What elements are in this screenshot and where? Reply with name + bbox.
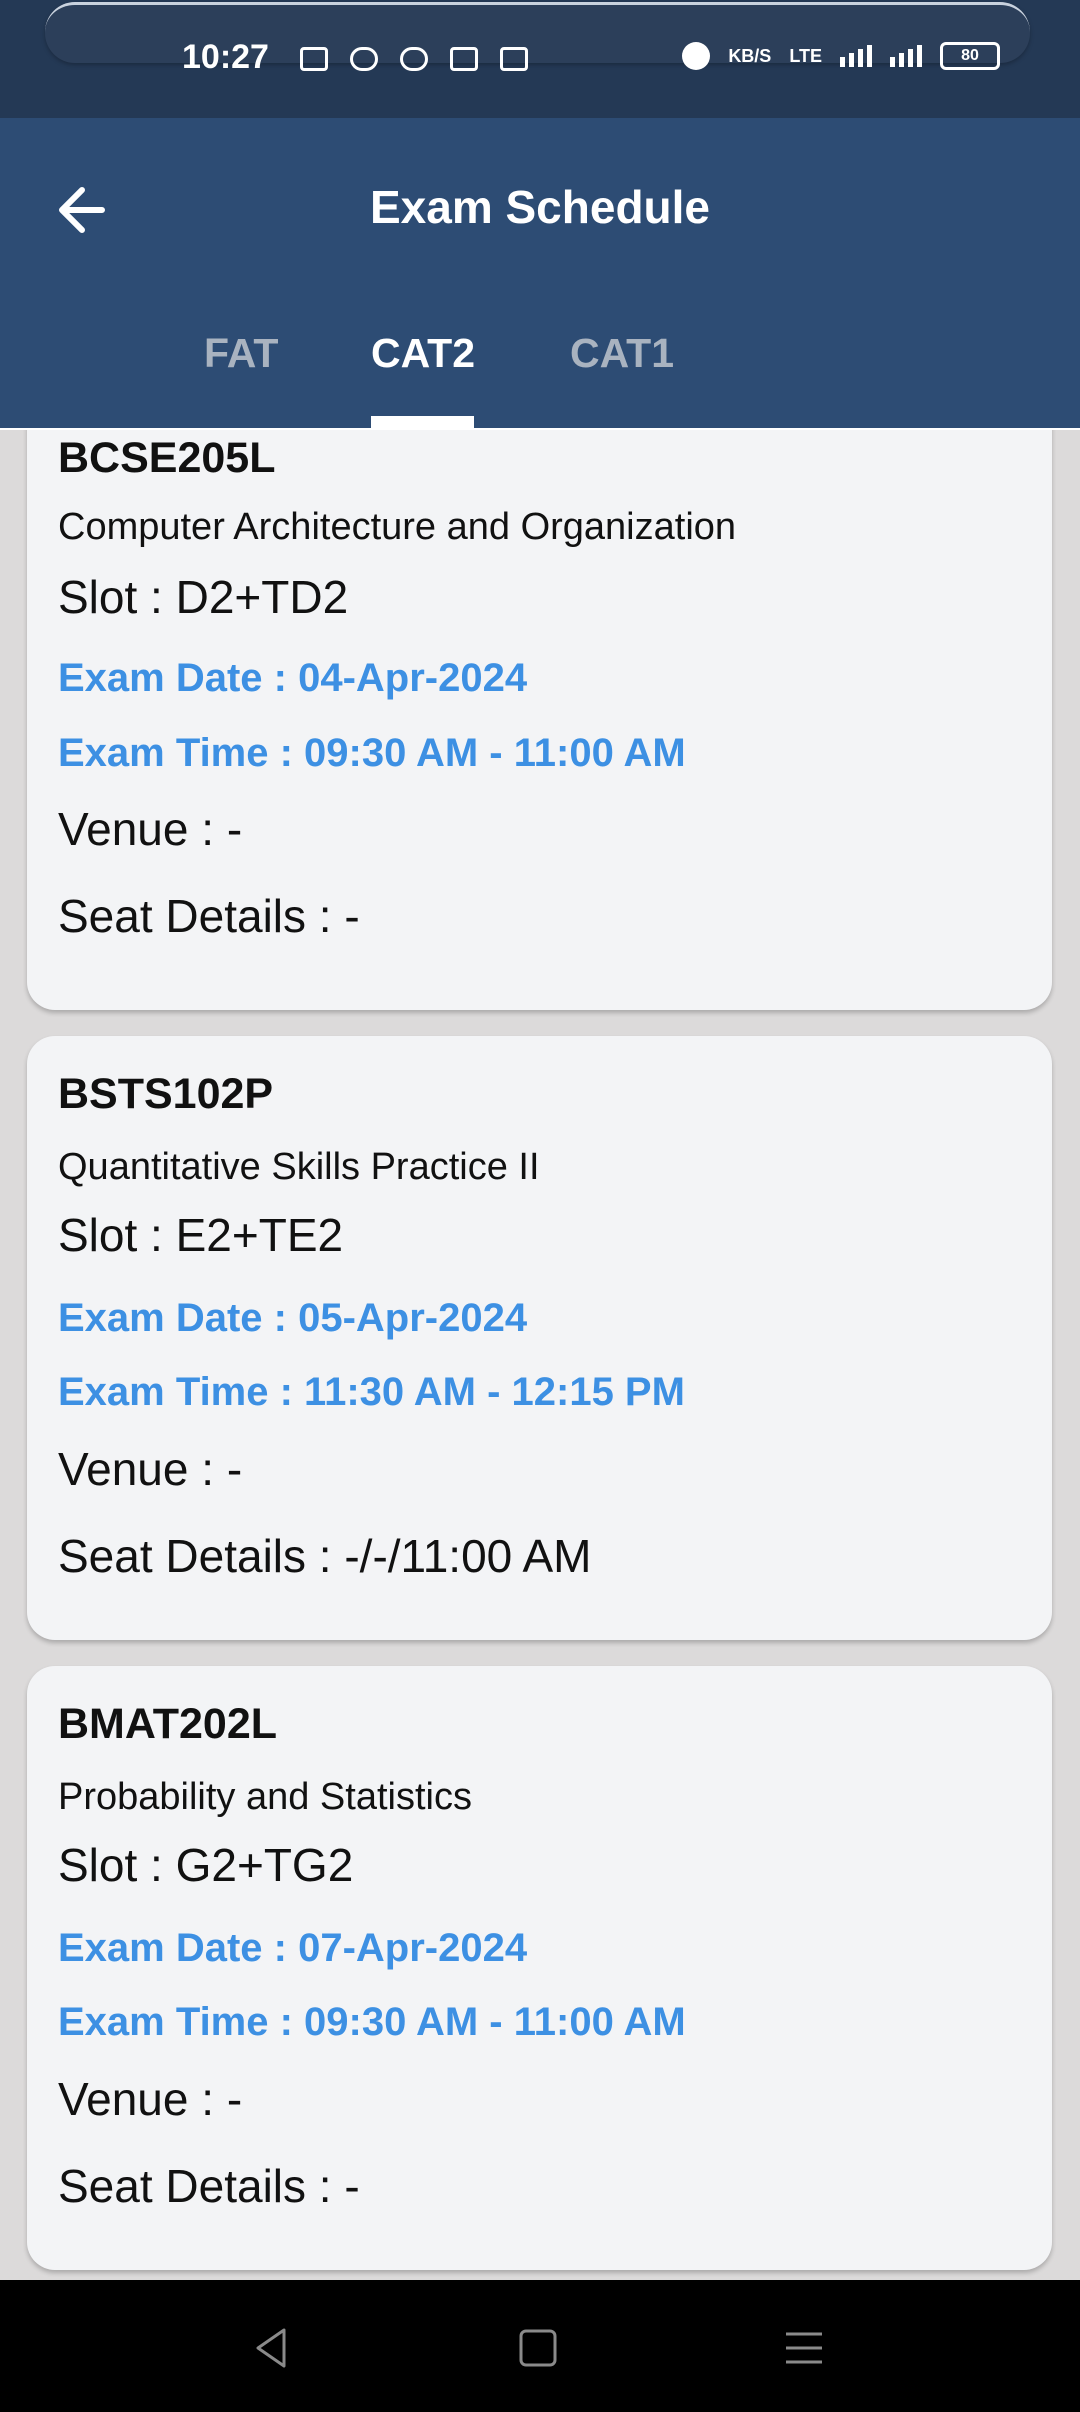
menu-lines-icon [786, 2332, 822, 2364]
shield-icon [400, 47, 428, 71]
venue-text: Venue : - [58, 1443, 243, 1495]
status-bar: 10:27 KB/S LTE 80 [0, 0, 1080, 118]
exam-card[interactable]: BMAT202L Probability and Statistics Slot… [27, 1666, 1052, 2270]
active-tab-indicator [371, 416, 474, 428]
slot-text: Slot : E2+TE2 [58, 1209, 344, 1261]
status-system-icons: KB/S LTE 80 [682, 42, 1000, 70]
seat-details: Seat Details : - [58, 2160, 360, 2212]
system-nav-bar [0, 2280, 1080, 2412]
tab-fat[interactable]: FAT [204, 330, 278, 377]
message-icon [500, 47, 528, 71]
exam-time: Exam Time : 09:30 AM - 11:00 AM [58, 2000, 686, 2044]
tab-cat2[interactable]: CAT2 [371, 330, 475, 377]
signal-icon [840, 45, 872, 67]
page-title: Exam Schedule [369, 181, 711, 233]
exam-card[interactable]: BSTS102P Quantitative Skills Practice II… [27, 1036, 1052, 1640]
exam-time: Exam Time : 09:30 AM - 11:00 AM [58, 731, 686, 775]
nav-home-button[interactable] [512, 2322, 564, 2374]
tab-cat1[interactable]: CAT1 [570, 330, 674, 377]
seat-details: Seat Details : -/-/11:00 AM [58, 1530, 592, 1582]
venue-text: Venue : - [58, 2073, 243, 2125]
home-square-icon [519, 2329, 557, 2367]
speed-unit: KB/S [728, 45, 772, 66]
tab-bar: FAT CAT2 CAT1 [0, 318, 1080, 428]
back-triangle-icon [256, 2328, 286, 2368]
slot-text: Slot : D2+TD2 [58, 571, 349, 623]
nav-back-button[interactable] [246, 2322, 298, 2374]
exam-date: Exam Date : 05-Apr-2024 [58, 1296, 528, 1340]
network-type: LTE [789, 45, 822, 66]
alarm-icon [682, 42, 711, 70]
exam-date: Exam Date : 04-Apr-2024 [58, 656, 528, 700]
exam-card[interactable]: BCSE205L Computer Architecture and Organ… [27, 430, 1052, 1010]
course-code: BCSE205L [58, 434, 276, 482]
message-icon [450, 47, 478, 71]
exam-list[interactable]: BCSE205L Computer Architecture and Organ… [0, 430, 1080, 2280]
course-title: Quantitative Skills Practice II [58, 1146, 540, 1188]
signal-icon [890, 45, 922, 67]
status-time: 10:27 [182, 38, 269, 76]
slot-text: Slot : G2+TG2 [58, 1839, 354, 1891]
course-title: Probability and Statistics [58, 1776, 472, 1818]
notification-icon [300, 47, 328, 71]
app-header: Exam Schedule FAT CAT2 CAT1 [0, 118, 1080, 428]
venue-text: Venue : - [58, 803, 243, 855]
seat-details: Seat Details : - [58, 890, 360, 942]
course-title: Computer Architecture and Organization [58, 506, 737, 548]
shield-icon [350, 47, 378, 71]
battery-icon: 80 [940, 42, 1000, 70]
course-code: BSTS102P [58, 1070, 274, 1118]
course-code: BMAT202L [58, 1700, 278, 1748]
nav-menu-button[interactable] [778, 2322, 830, 2374]
exam-date: Exam Date : 07-Apr-2024 [58, 1926, 528, 1970]
status-notification-icons [300, 44, 528, 74]
exam-time: Exam Time : 11:30 AM - 12:15 PM [58, 1370, 685, 1414]
